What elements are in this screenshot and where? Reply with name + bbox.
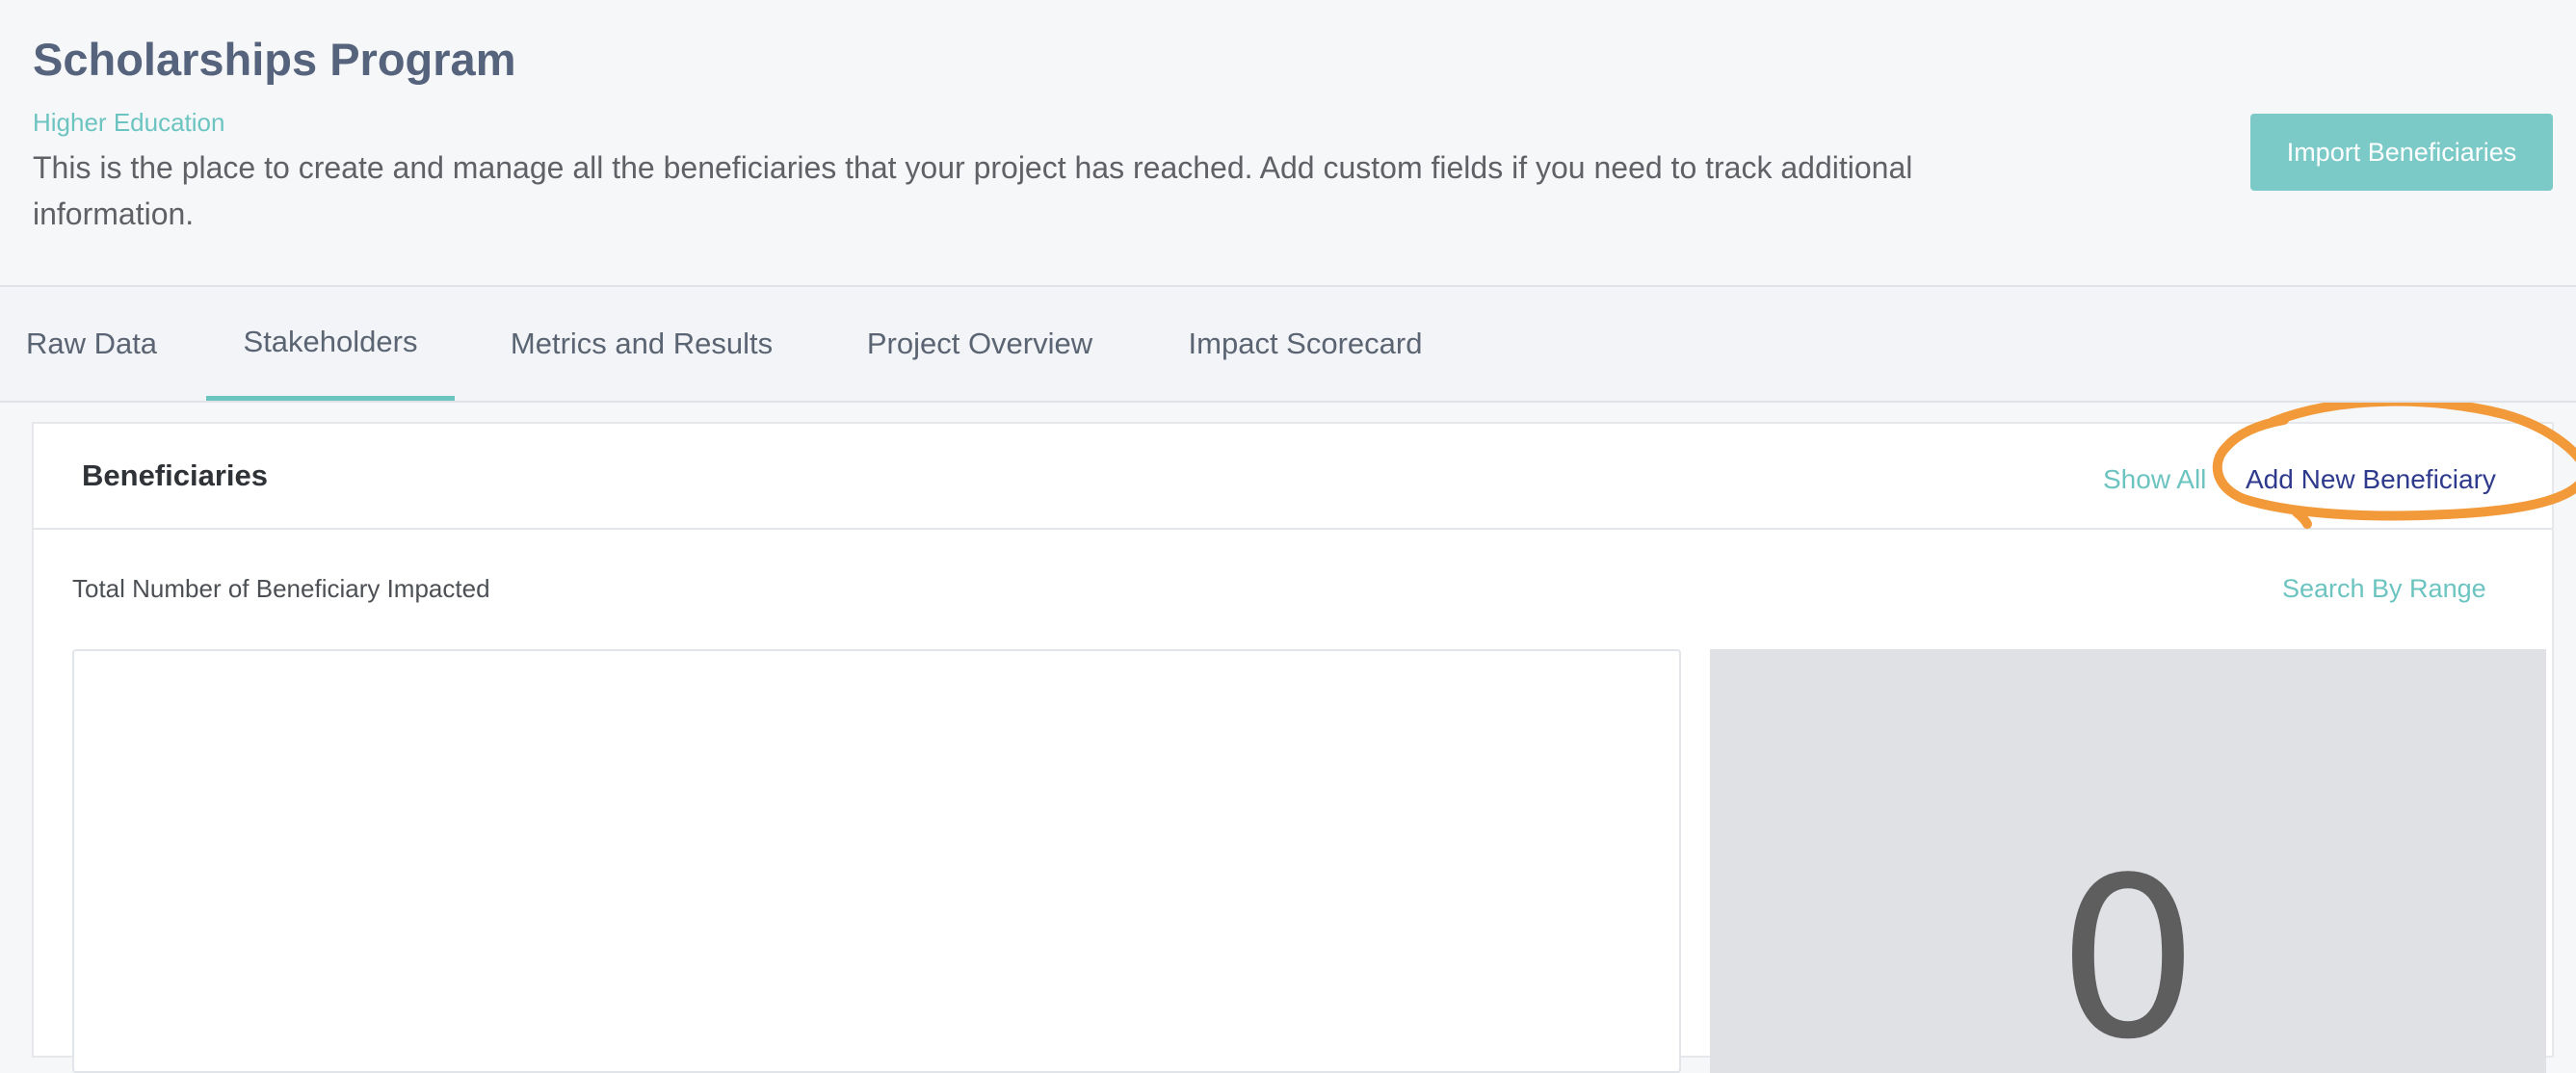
metric-label: Total Number of Beneficiary Impacted	[72, 574, 490, 603]
project-category: Higher Education	[33, 108, 225, 137]
show-all-link[interactable]: Show All	[2103, 464, 2206, 495]
tab-stakeholders[interactable]: Stakeholders	[206, 287, 455, 401]
beneficiary-count-value: 0	[2057, 831, 2199, 1073]
card-title: Beneficiaries	[82, 458, 268, 492]
import-beneficiaries-button[interactable]: Import Beneficiaries	[2250, 114, 2553, 191]
tab-impact-scorecard[interactable]: Impact Scorecard	[1156, 287, 1455, 401]
tab-project-overview[interactable]: Project Overview	[840, 287, 1119, 401]
beneficiaries-card: Beneficiaries Show All Add New Beneficia…	[32, 403, 2576, 1073]
tab-raw-data[interactable]: Raw Data	[0, 287, 183, 401]
beneficiary-count-panel: 0	[1710, 649, 2546, 1073]
tab-metrics-and-results[interactable]: Metrics and Results	[478, 287, 805, 401]
add-new-beneficiary-link[interactable]: Add New Beneficiary	[2246, 464, 2496, 495]
page-description: This is the place to create and manage a…	[33, 150, 1913, 231]
card-header: Beneficiaries Show All Add New Beneficia…	[34, 403, 2576, 530]
page-title: Scholarships Program	[33, 34, 516, 85]
search-by-range-link[interactable]: Search By Range	[2282, 574, 2486, 604]
beneficiary-chart-area	[72, 649, 1681, 1073]
tab-bar: Raw Data Stakeholders Metrics and Result…	[0, 287, 2576, 403]
page-header: Scholarships Program Higher Education Th…	[0, 0, 2576, 287]
